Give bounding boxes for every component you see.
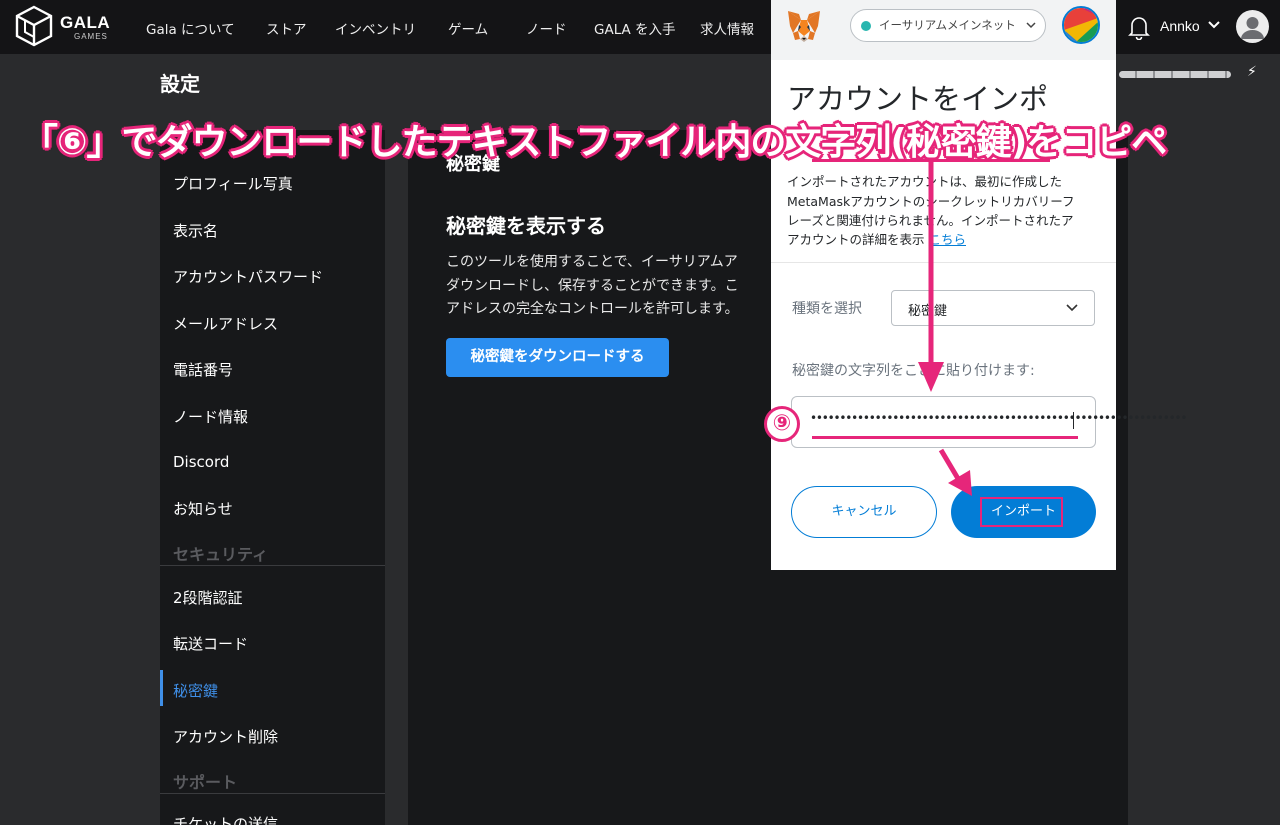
annotation-banner: 「⑥」でダウンロードしたテキストファイル内の文字列(秘密鍵)をコピペ [22, 122, 1167, 163]
annotation-highlight-box [980, 497, 1063, 527]
annotation-underline [812, 436, 1078, 439]
step-number-badge: ⑨ [764, 406, 800, 442]
